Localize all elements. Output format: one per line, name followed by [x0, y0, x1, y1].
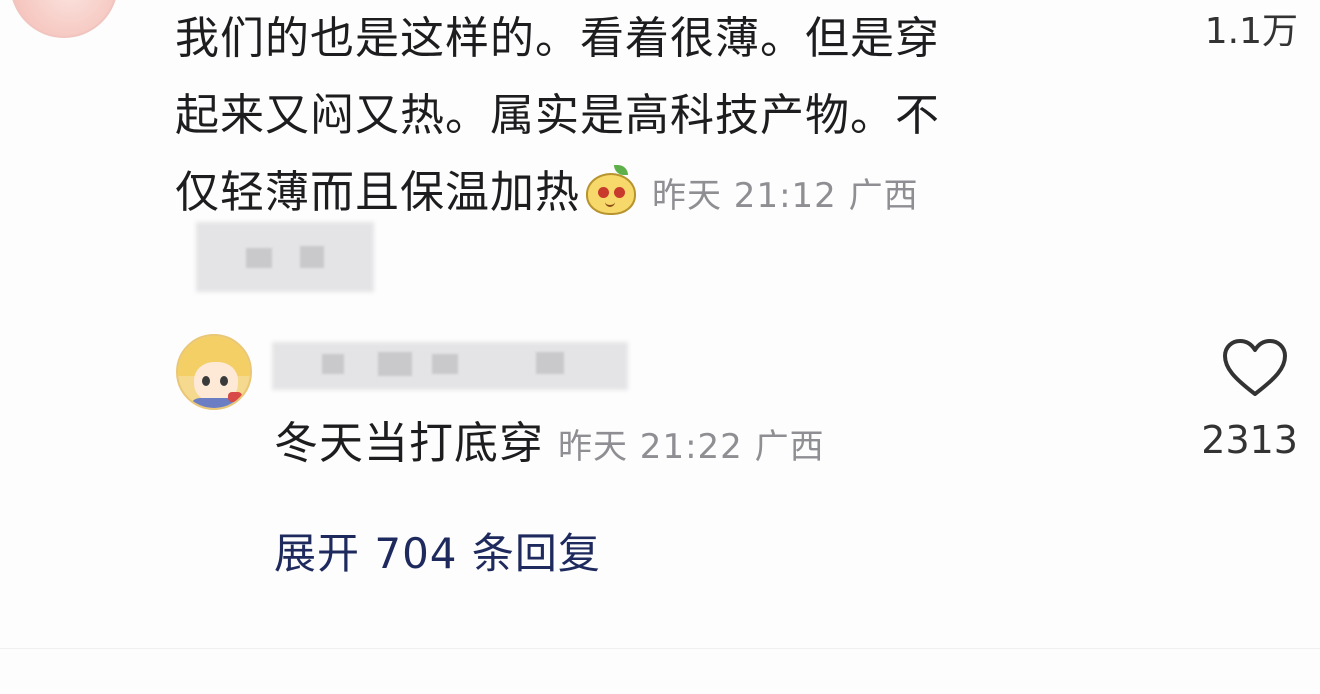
comment-time: 昨天 21:12: [652, 176, 837, 216]
reply-content: 冬天当打底穿: [274, 418, 544, 469]
comment-location: 广西: [848, 176, 919, 216]
reply-location: 广西: [754, 427, 825, 467]
comment-line: 我们的也是这样的。看着很薄。但是穿: [175, 13, 940, 64]
divider: [0, 648, 1320, 649]
pear-face-emoji-icon: [584, 165, 638, 215]
commenter-avatar[interactable]: [10, 0, 118, 38]
reply-user-avatar[interactable]: [176, 334, 252, 410]
comment-line: 起来又闷又热。属实是高科技产物。不: [175, 90, 940, 141]
reply-meta: 昨天 21:22 广西: [558, 427, 825, 467]
comment-body: 我们的也是这样的。看着很薄。但是穿 起来又闷又热。属实是高科技产物。不 仅轻薄而…: [175, 0, 1115, 235]
comment-meta: 昨天 21:12 广西: [652, 176, 919, 216]
reply-like-count: 2313: [1201, 418, 1298, 462]
comment-line-text: 仅轻薄而且保温加热: [175, 167, 580, 218]
expand-replies-link[interactable]: 展开 704 条回复: [274, 520, 601, 581]
reply-body: 冬天当打底穿 昨天 21:22 广西: [274, 414, 825, 477]
reply-time: 昨天 21:22: [558, 427, 743, 467]
comment-like-count: 1.1万: [1204, 11, 1298, 52]
heart-outline-icon[interactable]: [1222, 338, 1288, 398]
comment-thread: 我们的也是这样的。看着很薄。但是穿 起来又闷又热。属实是高科技产物。不 仅轻薄而…: [0, 0, 1320, 694]
